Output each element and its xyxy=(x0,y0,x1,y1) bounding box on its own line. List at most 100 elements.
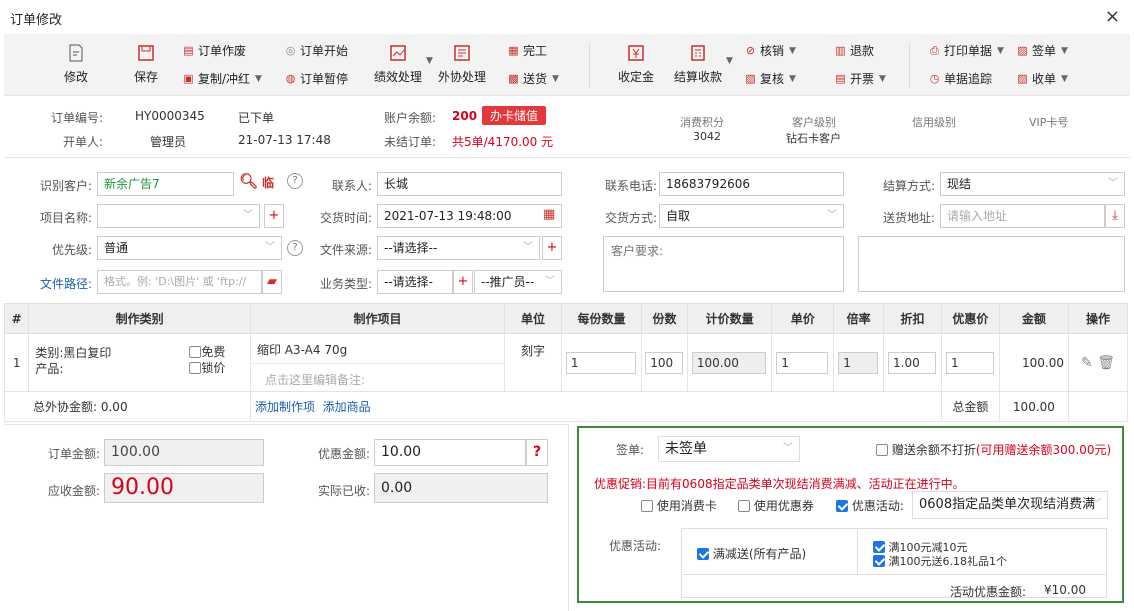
phone-label: 联系电话: xyxy=(604,179,657,193)
gift-no-discount-checkbox[interactable]: 赠送余额不打折(可用赠送余额300.00元) xyxy=(876,441,1111,458)
lock-price-checkbox[interactable]: 锁价 xyxy=(189,359,225,376)
promoter-select[interactable]: --推广员-- ﹀ xyxy=(474,270,562,294)
calculator-icon xyxy=(689,44,707,62)
item-name[interactable]: 缩印 A3-A4 70g xyxy=(251,335,504,363)
sign-select[interactable]: 未签单 ﹀ xyxy=(658,436,800,462)
points-label: 消费积分 xyxy=(680,116,724,129)
help-icon[interactable]: ? xyxy=(287,173,303,189)
invoice-button[interactable]: ▤ 开票 ▼ xyxy=(834,70,886,87)
opener: 管理员 xyxy=(150,135,187,149)
track-button[interactable]: ◷ 单据追踪 xyxy=(928,70,992,87)
writeoff-button[interactable]: ⊘ 核销 ▼ xyxy=(744,42,796,59)
use-coupon-checkbox[interactable]: 使用优惠券 xyxy=(738,497,814,514)
use-activity-checkbox[interactable]: 优惠活动: xyxy=(836,497,904,514)
sign-button[interactable]: ▨ 签单 ▼ xyxy=(1016,42,1068,59)
contact-input[interactable]: 长城 xyxy=(377,172,562,196)
biz-select[interactable]: --请选择- xyxy=(377,270,453,294)
receipt-button[interactable]: ▨ 收单 ▼ xyxy=(1016,70,1068,87)
chevron-down-icon[interactable]: ▼ xyxy=(426,56,433,66)
order-no: HY0000345 xyxy=(135,109,205,123)
outsource-button[interactable]: 外协处理 xyxy=(438,44,486,85)
invoice-icon: ▤ xyxy=(835,72,846,85)
customer-level: 钻石卡客户 xyxy=(786,132,841,145)
add-project-button[interactable]: + xyxy=(264,204,284,228)
use-card-checkbox[interactable]: 使用消费卡 xyxy=(641,497,717,514)
col-copies: 份数 xyxy=(641,303,688,334)
unsettled-orders[interactable]: 共5单/4170.00 元 xyxy=(452,133,553,150)
search-icon[interactable]: 🔍︎ xyxy=(239,172,258,190)
order-no-label: 订单编号: xyxy=(51,111,104,125)
modify-button[interactable]: 修改 xyxy=(64,44,88,85)
special-price-input[interactable]: 1 xyxy=(945,351,994,374)
requirement-textarea[interactable]: 客户要求: xyxy=(603,236,844,292)
refund-button[interactable]: ▥ 退款 xyxy=(834,42,874,59)
order-amount-input: 100.00 xyxy=(104,439,264,466)
source-select[interactable]: --请选择-- ﹀ xyxy=(377,236,540,260)
calendar-icon[interactable]: ▦ xyxy=(543,207,555,222)
full-reduction-checkbox[interactable]: 满减送(所有产品) xyxy=(697,545,806,562)
note-input[interactable]: 点击这里编辑备注: xyxy=(250,362,504,391)
received-label: 实际已收: xyxy=(317,484,370,498)
col-unit: 单位 xyxy=(504,303,562,334)
finish-button[interactable]: ▦ 完工 xyxy=(507,42,547,59)
col-discount: 折扣 xyxy=(883,303,942,334)
void-order-button[interactable]: ▤ 订单作废 xyxy=(182,42,246,59)
phone-input[interactable]: 18683792606 xyxy=(659,172,844,196)
discount-input[interactable]: 1.00 xyxy=(888,351,937,374)
free-checkbox[interactable]: 免费 xyxy=(189,343,225,360)
settle-select[interactable]: 现结 ﹀ xyxy=(940,172,1125,196)
review-button[interactable]: ▧ 复核 ▼ xyxy=(744,70,796,87)
priority-select[interactable]: 普通 ﹀ xyxy=(97,236,282,260)
performance-button[interactable]: 绩效处理 xyxy=(374,44,422,85)
chevron-down-icon: ﹀ xyxy=(783,443,793,454)
window-titlebar: 订单修改 × xyxy=(0,0,1134,34)
close-icon[interactable]: × xyxy=(1105,6,1120,27)
per-qty-input[interactable]: 1 xyxy=(565,351,636,374)
download-icon[interactable]: ⤓ xyxy=(1105,204,1125,228)
remark-textarea[interactable] xyxy=(858,236,1125,292)
address-input[interactable]: 请输入地址 xyxy=(940,204,1105,228)
chevron-down-icon: ▼ xyxy=(255,73,262,84)
settle-button[interactable]: 结算收款 xyxy=(674,44,722,85)
order-pause-button[interactable]: ◍ 订单暂停 xyxy=(284,70,348,87)
open-time: 21-07-13 17:48 xyxy=(238,133,331,147)
rate-input: 1 xyxy=(838,351,879,374)
print-button[interactable]: ⎙ 打印单据 ▼ xyxy=(928,42,1004,59)
add-source-button[interactable]: + xyxy=(542,236,562,260)
path-input[interactable]: 格式。例: 'D:\图片' 或 'ftp:// xyxy=(97,270,262,294)
discount-amount-label: 优惠金额: xyxy=(317,447,370,461)
col-amount: 金额 xyxy=(998,303,1069,334)
rule-2-checkbox[interactable]: 满100元送6.18礼品1个 xyxy=(873,553,1007,569)
path-label[interactable]: 文件路径: xyxy=(20,275,92,292)
save-icon xyxy=(137,44,155,62)
help-icon[interactable]: ? xyxy=(287,240,303,256)
folder-icon[interactable]: ▰ xyxy=(262,270,282,294)
add-item-link[interactable]: 添加制作项 xyxy=(255,400,315,414)
deposit-button[interactable]: 收定金 xyxy=(618,44,654,85)
add-goods-link[interactable]: 添加商品 xyxy=(323,400,371,414)
copy-reverse-button[interactable]: ▣ 复制/冲红 ▼ xyxy=(182,70,262,87)
help-icon[interactable]: ? xyxy=(526,439,548,466)
recharge-button[interactable]: 办卡储值 xyxy=(482,106,547,125)
copies-input[interactable]: 100 xyxy=(645,351,684,374)
customer-input[interactable]: 新余广告7 xyxy=(97,172,234,196)
temp-customer-button[interactable]: 临 xyxy=(262,174,274,191)
delivery-time-input[interactable]: 2021-07-13 19:48:00 xyxy=(377,204,562,228)
delivery-method-select[interactable]: 自取 ﹀ xyxy=(659,204,844,228)
edit-icon[interactable]: ✎ xyxy=(1081,355,1093,371)
col-rate: 倍率 xyxy=(833,303,885,334)
project-select[interactable]: ﹀ xyxy=(97,204,260,228)
receivable-amount: 90.00 xyxy=(104,473,264,503)
add-biz-button[interactable]: + xyxy=(453,270,473,294)
chevron-down-icon: ▼ xyxy=(789,73,796,84)
price-input[interactable]: 1 xyxy=(776,351,829,374)
chevron-down-icon[interactable]: ▼ xyxy=(726,56,733,66)
balance-label: 账户余额: xyxy=(384,111,437,125)
discount-amount-input[interactable]: 10.00 xyxy=(374,439,526,466)
deliver-button[interactable]: ▩ 送货 ▼ xyxy=(507,70,559,87)
col-price: 单价 xyxy=(771,303,835,334)
trash-icon[interactable]: 🗑︎ xyxy=(1097,355,1115,371)
order-start-button[interactable]: ◎ 订单开始 xyxy=(284,42,348,59)
activity-select[interactable]: 0608指定品类单次现结消费满 ﹀ xyxy=(912,491,1108,519)
save-button[interactable]: 保存 xyxy=(134,44,158,85)
